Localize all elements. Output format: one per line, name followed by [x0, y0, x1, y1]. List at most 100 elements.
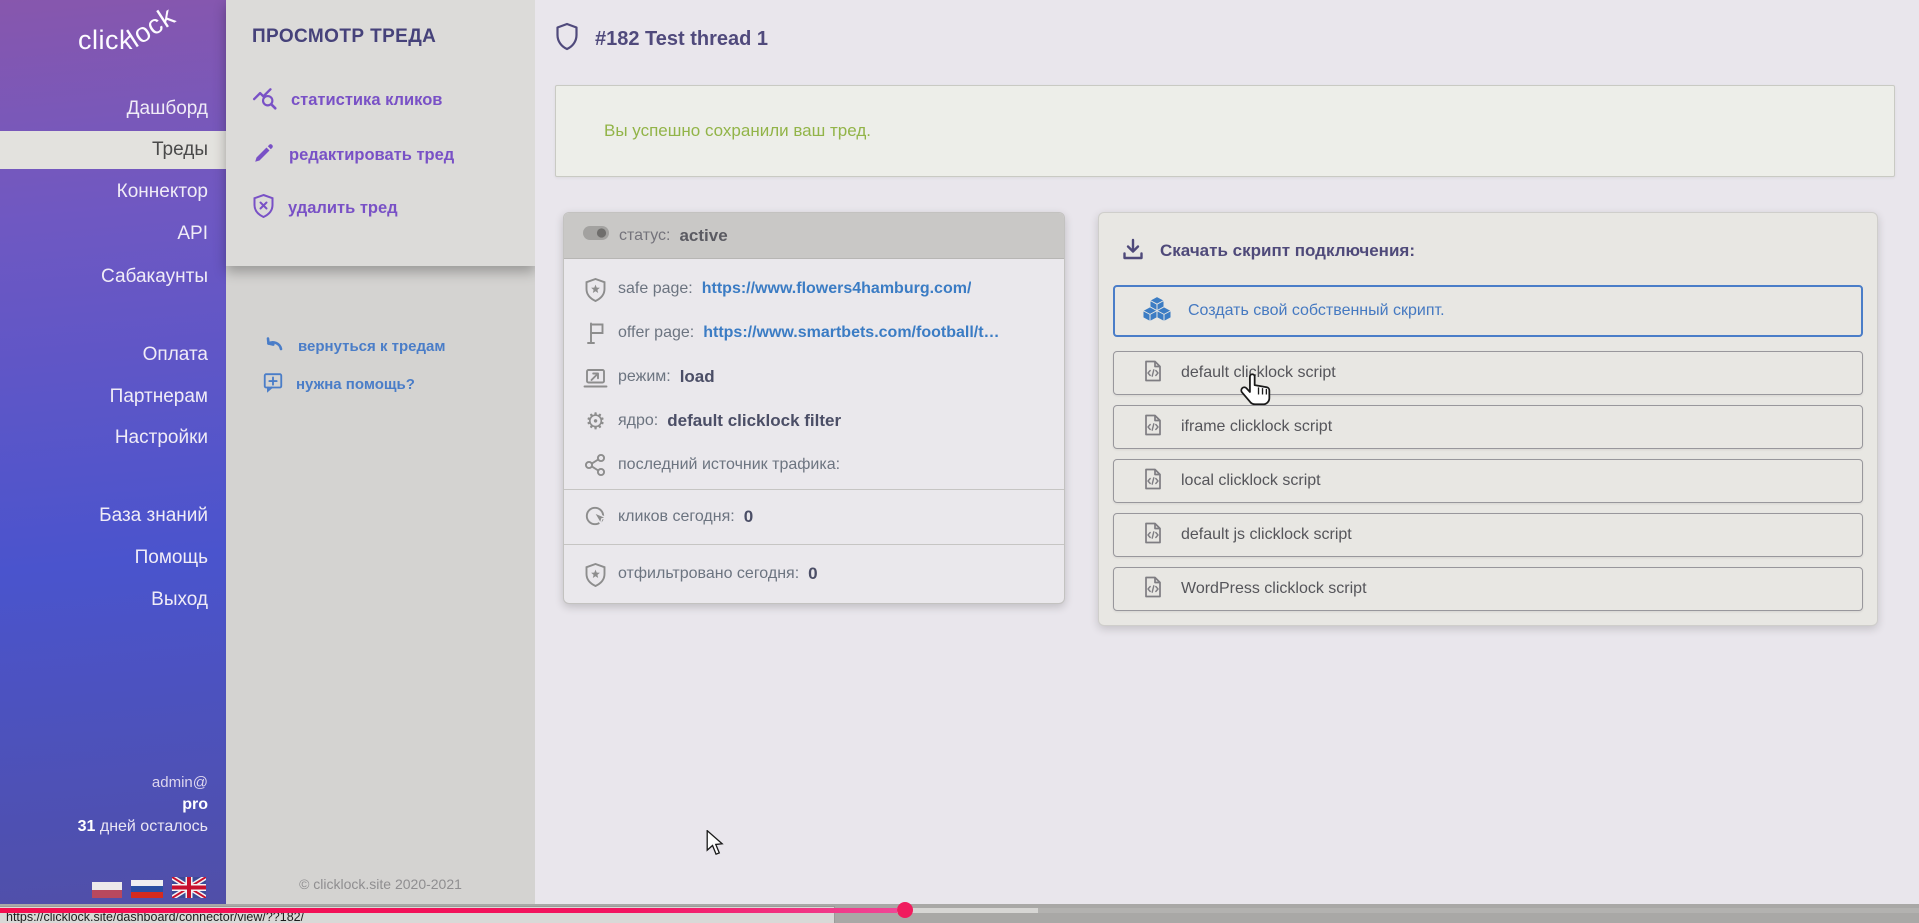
- sidebar-item-help[interactable]: Помощь: [0, 545, 226, 571]
- shield-star-icon: [582, 562, 609, 587]
- script-button-default-js[interactable]: default js clicklock script: [1113, 513, 1863, 557]
- pencil-icon: [252, 141, 276, 170]
- sidebar-item-api[interactable]: API: [0, 221, 226, 247]
- sidebar-item-partners[interactable]: Партнерам: [0, 384, 226, 410]
- language-switcher: [92, 877, 206, 898]
- row-label: offer page:: [618, 324, 694, 342]
- undo-icon: [262, 335, 286, 358]
- row-label: последний источник трафика:: [618, 456, 840, 474]
- account-info: admin@ pro 31 дней осталось: [78, 772, 208, 838]
- account-plan: pro: [78, 794, 208, 816]
- shield-star-icon: [582, 277, 609, 302]
- script-button-iframe[interactable]: iframe clicklock script: [1113, 405, 1863, 449]
- laptop-arrow-icon: [582, 366, 609, 389]
- code-file-icon: [1142, 359, 1164, 388]
- offer-page-link[interactable]: https://www.smartbets.com/football/tea…: [703, 324, 1003, 342]
- account-email: admin@: [78, 772, 208, 794]
- script-button-default[interactable]: default clicklock script: [1113, 351, 1863, 395]
- core-value: default clicklock filter: [667, 411, 841, 431]
- shield-icon: [555, 22, 579, 56]
- click-icon: [582, 505, 609, 529]
- need-help-link[interactable]: нужна помощь?: [262, 372, 415, 396]
- clicks-today-value: 0: [744, 507, 753, 527]
- safe-page-link[interactable]: https://www.flowers4hamburg.com/: [702, 280, 972, 298]
- sidebar: click lock Дашборд Треды Коннектор API С…: [0, 0, 226, 904]
- shield-x-icon: [252, 193, 275, 223]
- menu-item-edit-thread[interactable]: редактировать тред: [252, 141, 454, 169]
- download-icon: [1121, 237, 1145, 266]
- button-label: iframe clicklock script: [1181, 418, 1332, 436]
- script-button-local[interactable]: local clicklock script: [1113, 459, 1863, 503]
- gear-icon: ⚙: [582, 410, 609, 433]
- row-label: ядро:: [618, 412, 658, 430]
- create-own-script-button[interactable]: Создать свой собственный скрипт.: [1113, 285, 1863, 337]
- row-last-traffic-source: последний источник трафика:: [564, 443, 1064, 487]
- page-header: #182 Test thread 1: [555, 22, 768, 56]
- status-label: статус:: [619, 227, 670, 245]
- thread-status-card: статус: active safe page: https://www.fl…: [563, 212, 1065, 604]
- row-core: ⚙ ядро: default clicklock filter: [564, 399, 1064, 443]
- sidebar-item-threads[interactable]: Треды: [0, 131, 226, 169]
- video-progress-handle[interactable]: [897, 902, 913, 918]
- sidebar-item-settings[interactable]: Настройки: [0, 425, 226, 451]
- link-label: нужна помощь?: [296, 376, 415, 393]
- menu-item-label: редактировать тред: [289, 146, 454, 165]
- bottom-strip: https://clicklock.site/dashboard/connect…: [0, 904, 1919, 923]
- flag-icon: [582, 321, 609, 345]
- button-label: local clicklock script: [1181, 472, 1321, 490]
- clicklock-logo[interactable]: click lock: [78, 6, 210, 66]
- row-safe-page: safe page: https://www.flowers4hamburg.c…: [564, 267, 1064, 311]
- uk-flag-icon[interactable]: [172, 877, 206, 898]
- toggle-icon: [582, 223, 610, 248]
- menu-item-label: удалить тред: [288, 199, 398, 218]
- sidebar-item-logout[interactable]: Выход: [0, 587, 226, 613]
- menu-item-click-stats[interactable]: статистика кликов: [252, 86, 442, 114]
- row-mode: режим: load: [564, 355, 1064, 399]
- sidebar-item-subaccounts[interactable]: Сабакаунты: [0, 264, 226, 290]
- download-card-title: Скачать скрипт подключения:: [1160, 241, 1415, 261]
- status-value: active: [679, 226, 727, 246]
- button-label: WordPress clicklock script: [1181, 580, 1367, 598]
- row-label: режим:: [618, 368, 671, 386]
- menu-item-delete-thread[interactable]: удалить тред: [252, 194, 398, 222]
- main-content: #182 Test thread 1 Вы успешно сохранили …: [535, 0, 1919, 904]
- success-alert-text: Вы успешно сохранили ваш тред.: [604, 121, 871, 141]
- code-file-icon: [1142, 413, 1164, 442]
- link-label: вернуться к тредам: [298, 338, 445, 355]
- success-alert: Вы успешно сохранили ваш тред.: [555, 85, 1895, 177]
- copyright-footer: © clicklock.site 2020-2021: [226, 876, 535, 892]
- chart-search-icon: [252, 85, 278, 116]
- video-progress-track[interactable]: [0, 908, 1919, 913]
- comment-plus-icon: [262, 371, 284, 398]
- status-card-body: safe page: https://www.flowers4hamburg.c…: [564, 259, 1064, 489]
- code-file-icon: [1142, 575, 1164, 604]
- thread-menu-title: ПРОСМОТР ТРЕДА: [252, 26, 436, 48]
- share-icon: [582, 453, 609, 477]
- sidebar-item-payment[interactable]: Оплата: [0, 342, 226, 368]
- row-label: кликов сегодня:: [618, 508, 735, 526]
- menu-item-label: статистика кликов: [291, 91, 442, 110]
- video-progress-played: [0, 908, 897, 913]
- row-label: отфильтровано сегодня:: [618, 565, 799, 583]
- button-label: default clicklock script: [1181, 364, 1336, 382]
- sidebar-item-knowledge-base[interactable]: База знаний: [0, 503, 226, 529]
- code-file-icon: [1142, 521, 1164, 550]
- button-label: Создать свой собственный скрипт.: [1188, 302, 1445, 320]
- row-filtered-today: отфильтровано сегодня: 0: [564, 544, 1064, 603]
- script-button-wordpress[interactable]: WordPress clicklock script: [1113, 567, 1863, 611]
- row-clicks-today: кликов сегодня: 0: [564, 489, 1064, 544]
- row-offer-page: offer page: https://www.smartbets.com/fo…: [564, 311, 1064, 355]
- download-script-card: Скачать скрипт подключения: Создать свой…: [1098, 212, 1878, 626]
- thread-menu-panel: ПРОСМОТР ТРЕДА статистика кликов редакти…: [226, 0, 535, 904]
- sidebar-item-dashboard[interactable]: Дашборд: [0, 96, 226, 122]
- download-card-header: Скачать скрипт подключения:: [1121, 229, 1863, 273]
- row-label: safe page:: [618, 280, 693, 298]
- button-label: default js clicklock script: [1181, 526, 1352, 544]
- back-to-threads-link[interactable]: вернуться к тредам: [262, 334, 445, 358]
- poland-flag-icon[interactable]: [92, 882, 122, 898]
- russia-flag-icon[interactable]: [131, 880, 163, 898]
- cubes-icon: [1143, 296, 1171, 327]
- mode-value: load: [680, 367, 715, 387]
- sidebar-item-connector[interactable]: Коннектор: [0, 179, 226, 205]
- code-file-icon: [1142, 467, 1164, 496]
